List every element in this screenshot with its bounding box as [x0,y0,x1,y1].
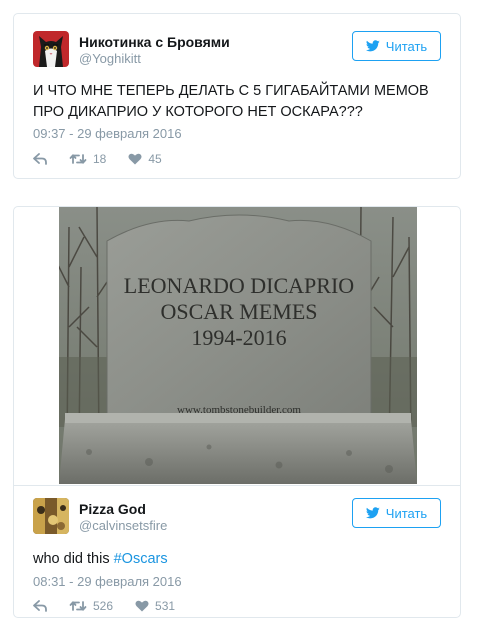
bird-icon [365,40,380,52]
retweet-icon [69,154,87,164]
pizza-avatar[interactable] [33,498,69,534]
tweet-card: LEONARDO DICAPRIO OSCAR MEMES 1994-2016 … [13,206,461,618]
tombstone-watermark: www.tombstonebuilder.com [177,404,301,416]
reply-button[interactable] [33,600,47,612]
tweet-actions: 18 45 [33,152,184,166]
tweet-text: who did this #Oscars [33,549,441,570]
follow-button[interactable]: Читать [352,498,441,528]
display-name[interactable]: Никотинка с Бровями [79,33,230,51]
retweet-button[interactable]: 526 [69,599,113,613]
like-count: 531 [155,599,176,613]
retweet-count: 18 [93,152,107,166]
heart-icon [128,153,142,165]
tweet-header: Pizza God @calvinsetsfire Читать [33,498,441,538]
tombstone-line-3: 1994-2016 [191,325,286,350]
tweet-text: И ЧТО МНЕ ТЕПЕРЬ ДЕЛАТЬ С 5 ГИГАБАЙТАМИ … [33,83,429,120]
heart-icon [135,600,149,612]
timestamp[interactable]: 08:31 - 29 февраля 2016 [33,574,182,589]
retweet-count: 526 [93,599,114,613]
handle[interactable]: @Yoghikitt [79,51,230,67]
like-button[interactable]: 531 [135,599,175,613]
display-name[interactable]: Pizza God [79,500,167,518]
reply-icon [33,600,47,612]
tweet-actions: 526 531 [33,599,197,613]
hashtag-link[interactable]: #Oscars [114,551,168,567]
handle[interactable]: @calvinsetsfire [79,518,167,534]
tweet-header: Никотинка с Бровями @Yoghikitt Читать [33,31,441,71]
tombstone-line-2: OSCAR MEMES [160,299,317,324]
author-names: Pizza God @calvinsetsfire [79,500,167,534]
follow-label: Читать [385,505,428,521]
tweet-card: Никотинка с Бровями @Yoghikitt Читать И … [13,13,461,179]
author-names: Никотинка с Бровями @Yoghikitt [79,33,230,67]
retweet-icon [69,601,87,611]
tweet-text-plain: who did this [33,551,114,567]
media-divider [14,485,460,486]
cat-avatar[interactable] [33,31,69,67]
tombstone-line-1: LEONARDO DICAPRIO [124,273,354,298]
tombstone-image: LEONARDO DICAPRIO OSCAR MEMES 1994-2016 … [59,207,417,484]
reply-button[interactable] [33,153,47,165]
reply-icon [33,153,47,165]
follow-button[interactable]: Читать [352,31,441,61]
retweet-button[interactable]: 18 [69,152,106,166]
like-button[interactable]: 45 [128,152,162,166]
like-count: 45 [148,152,162,166]
tweet-media-tombstone[interactable]: LEONARDO DICAPRIO OSCAR MEMES 1994-2016 … [59,207,417,484]
bird-icon [365,507,380,519]
timestamp[interactable]: 09:37 - 29 февраля 2016 [33,126,182,141]
follow-label: Читать [385,38,428,54]
